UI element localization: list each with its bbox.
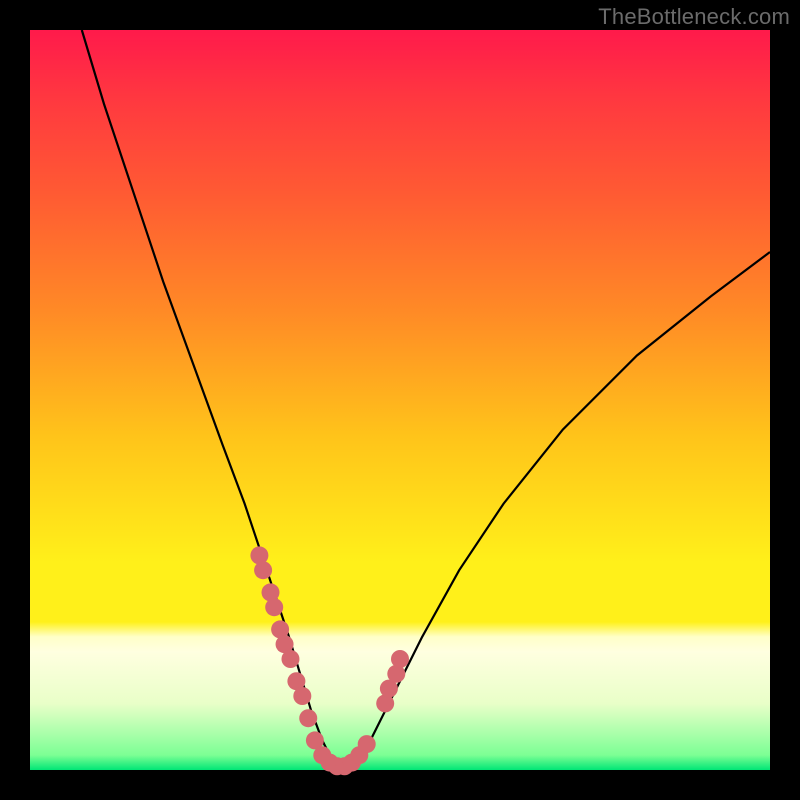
marker-cluster-left <box>250 546 324 749</box>
marker-dot <box>358 735 376 753</box>
marker-dot <box>254 561 272 579</box>
marker-dot <box>265 598 283 616</box>
marker-cluster-right <box>376 650 409 712</box>
bottleneck-curve <box>82 30 770 770</box>
marker-dot <box>281 650 299 668</box>
watermark-text: TheBottleneck.com <box>598 4 790 30</box>
chart-overlay <box>30 30 770 770</box>
marker-dot <box>293 687 311 705</box>
marker-dot <box>299 709 317 727</box>
marker-dot <box>391 650 409 668</box>
